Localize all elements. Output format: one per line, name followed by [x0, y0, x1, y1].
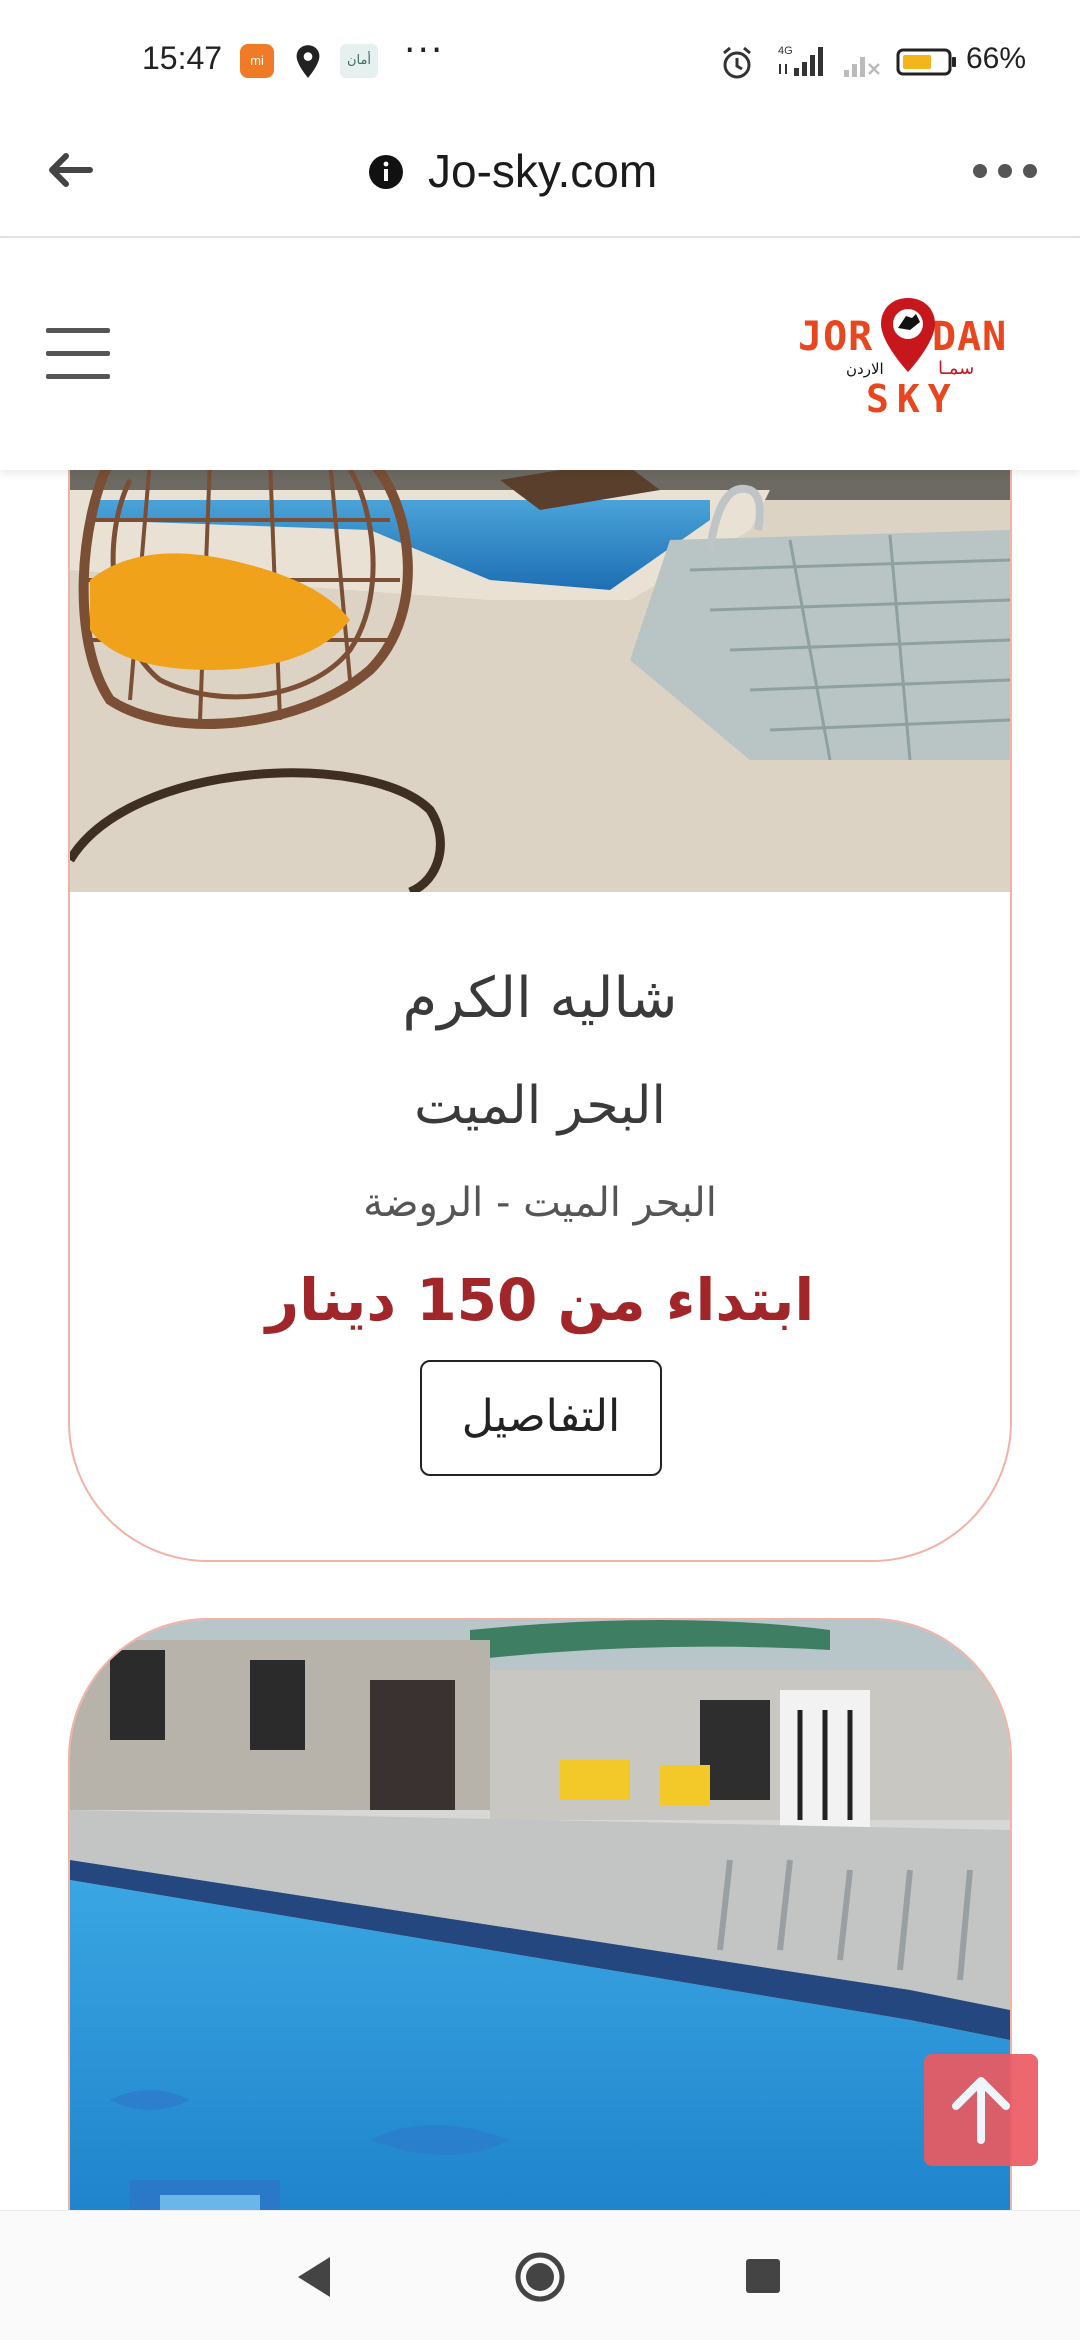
- map-pin-icon: [881, 298, 935, 372]
- chalet-pool-photo: [70, 470, 1010, 892]
- nav-recents-icon[interactable]: [746, 2259, 780, 2293]
- url-text[interactable]: Jo-sky.com: [428, 144, 657, 198]
- logo-text-right: DAN: [932, 314, 1007, 360]
- listing-location: البحر الميت - الروضة: [363, 1180, 717, 1226]
- more-menu-icon[interactable]: [970, 156, 1040, 186]
- info-icon[interactable]: [368, 154, 404, 190]
- browser-address-bar: Jo-sky.com: [0, 118, 1080, 238]
- listing-card-next[interactable]: [68, 1618, 1012, 2210]
- mi-app-icon: mi: [240, 44, 274, 78]
- listing-region: البحر الميت: [414, 1076, 666, 1136]
- more-notifications-icon: ···: [404, 30, 445, 71]
- chalet-pool-photo-2: [70, 1620, 1010, 2210]
- arrow-up-icon: [952, 2077, 1010, 2144]
- nav-home-icon[interactable]: [514, 2251, 566, 2303]
- details-button[interactable]: التفاصيل: [420, 1360, 662, 1476]
- battery-icon: [896, 48, 956, 76]
- location-icon: [296, 45, 320, 78]
- battery-percent: 66%: [966, 42, 1027, 75]
- svg-text:الاردن: الاردن: [846, 360, 884, 378]
- listing-card[interactable]: شاليه الكرم البحر الميت البحر الميت - ال…: [68, 470, 1012, 1562]
- nav-back-icon[interactable]: [294, 2255, 334, 2299]
- no-signal-icon: [844, 57, 880, 77]
- svg-text:4G: 4G: [778, 45, 793, 57]
- status-bar: 15:47 mi أمان ··· 4G 66%: [0, 0, 1080, 118]
- svg-text:SKY: SKY: [866, 377, 959, 420]
- system-nav-bar: [0, 2210, 1080, 2340]
- aman-app-icon: أمان: [340, 44, 378, 78]
- listing-price: ابتداء من 150 دينار: [265, 1266, 815, 1334]
- listing-title: شاليه الكرم: [402, 966, 678, 1031]
- alarm-icon: [723, 46, 751, 79]
- logo-text-left: JOR: [798, 314, 873, 360]
- status-time: 15:47: [142, 40, 223, 76]
- listings-content: شاليه الكرم البحر الميت البحر الميت - ال…: [0, 470, 1080, 2210]
- back-arrow-icon[interactable]: [40, 140, 100, 200]
- site-header: JOR DAN الاردن سمـا SKY: [0, 240, 1080, 470]
- signal-icon: 4G: [778, 45, 823, 76]
- site-logo[interactable]: JOR DAN الاردن سمـا SKY: [790, 290, 1040, 420]
- hamburger-menu-icon[interactable]: [46, 328, 116, 384]
- scroll-to-top-button[interactable]: [924, 2054, 1038, 2166]
- svg-text:سمـا: سمـا: [938, 358, 974, 379]
